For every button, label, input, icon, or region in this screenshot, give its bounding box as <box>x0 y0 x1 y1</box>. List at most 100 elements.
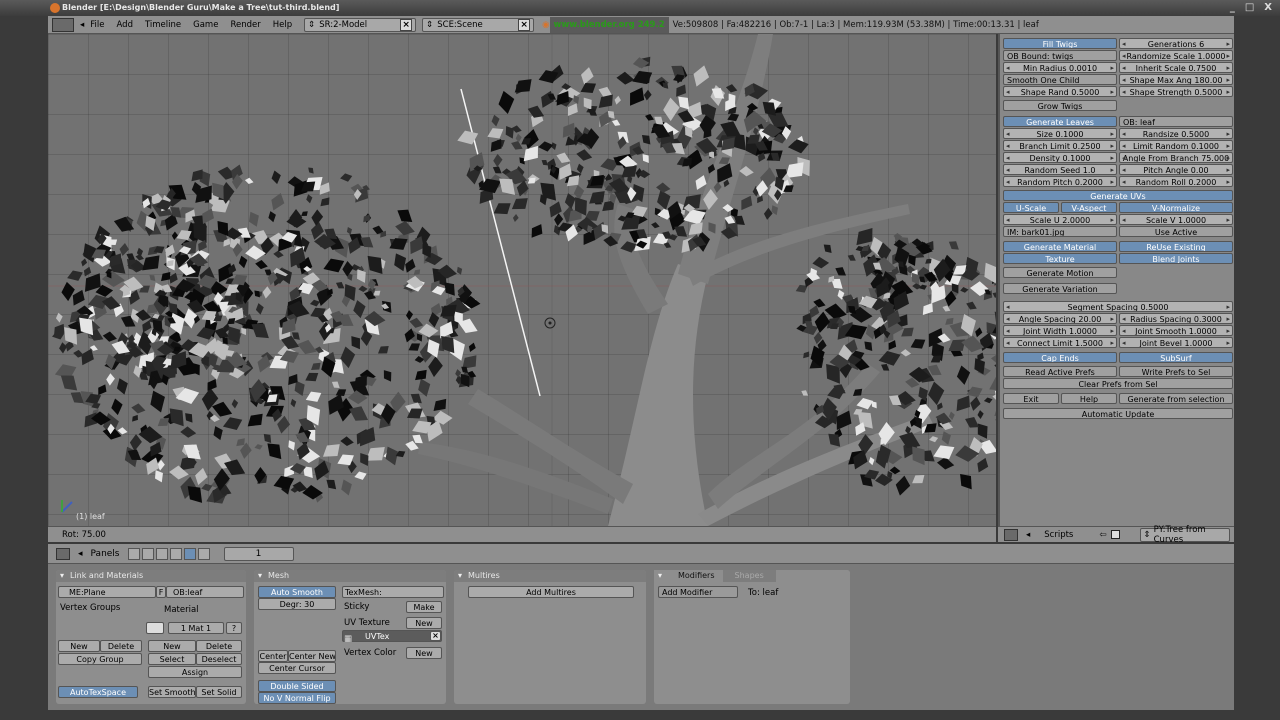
checkbox-icon[interactable] <box>1110 530 1120 539</box>
minimize-button[interactable]: _ <box>1230 0 1235 16</box>
script-control-generate-uvs[interactable]: Generate UVs <box>1003 190 1233 201</box>
script-control-angle-spacing-20-00[interactable]: Angle Spacing 20.00 <box>1003 313 1117 324</box>
script-control-size-0-1000[interactable]: Size 0.1000 <box>1003 128 1117 139</box>
script-control-branch-limit-0-2500[interactable]: Branch Limit 0.2500 <box>1003 140 1117 151</box>
tab-modifiers[interactable]: Modifiers <box>654 570 723 582</box>
menu-timeline[interactable]: Timeline <box>139 20 187 30</box>
script-control-write-prefs-to-sel[interactable]: Write Prefs to Sel <box>1119 366 1233 377</box>
uv-texture-new-button[interactable]: New <box>406 617 442 629</box>
close-button[interactable]: X <box>1264 0 1272 16</box>
script-control-random-roll-0-2000[interactable]: Random Roll 0.2000 <box>1119 176 1233 187</box>
scene-selector[interactable]: ⇕ SCE:Scene × <box>422 17 535 32</box>
script-control-help[interactable]: Help <box>1061 393 1117 404</box>
material-delete-button[interactable]: Delete <box>196 640 242 652</box>
fake-user-toggle[interactable]: F <box>156 586 166 598</box>
window-type-icon[interactable] <box>56 547 70 560</box>
uv-layer-icon[interactable]: ▦ <box>344 634 352 644</box>
script-control-im-bark01-jpg[interactable]: IM: bark01.jpg <box>1003 226 1117 237</box>
material-select-button[interactable]: Select <box>148 653 196 665</box>
script-control-scale-u-2-0000[interactable]: Scale U 2.0000 <box>1003 214 1117 225</box>
mesh-datablock[interactable]: ME:Plane <box>58 586 156 598</box>
arrow-left-icon[interactable]: ⇦ <box>1099 530 1106 540</box>
script-control-grow-twigs[interactable]: Grow Twigs <box>1003 100 1117 111</box>
uvtex-layer[interactable]: UVTex <box>342 630 442 642</box>
collapse-menu-icon[interactable]: ◂ <box>1026 530 1030 540</box>
material-new-button[interactable]: New <box>148 640 196 652</box>
script-control-generate-leaves[interactable]: Generate Leaves <box>1003 116 1117 127</box>
script-control-clear-prefs-from-sel[interactable]: Clear Prefs from Sel <box>1003 378 1233 389</box>
script-control-ob-leaf[interactable]: OB: leaf <box>1119 116 1233 127</box>
panel-title[interactable]: Mesh <box>254 570 446 582</box>
script-control-subsurf[interactable]: SubSurf <box>1119 352 1233 363</box>
panel-title[interactable]: Multires <box>454 570 646 582</box>
script-control-generate-variation[interactable]: Generate Variation <box>1003 283 1117 294</box>
script-control-density-0-1000[interactable]: Density 0.1000 <box>1003 152 1117 163</box>
script-control-ob-bound-twigs[interactable]: OB Bound: twigs <box>1003 50 1117 61</box>
object-datablock[interactable]: OB:leaf <box>166 586 244 598</box>
add-multires-button[interactable]: Add Multires <box>468 586 634 598</box>
window-type-icon[interactable] <box>1004 528 1018 541</box>
script-control-smooth-one-child[interactable]: Smooth One Child <box>1003 74 1117 85</box>
script-control-connect-limit-1-5000[interactable]: Connect Limit 1.5000 <box>1003 337 1117 348</box>
material-slot[interactable]: 1 Mat 1 <box>168 622 224 634</box>
version-url[interactable]: www.blender.org 249.2 <box>549 16 669 33</box>
no-v-normal-flip-toggle[interactable]: No V Normal Flip <box>258 692 336 704</box>
remove-uv-icon[interactable]: × <box>430 631 441 641</box>
menu-add[interactable]: Add <box>111 20 139 30</box>
double-sided-toggle[interactable]: Double Sided <box>258 680 336 692</box>
center-button[interactable]: Center <box>258 650 288 662</box>
script-control-automatic-update[interactable]: Automatic Update <box>1003 408 1233 419</box>
script-control-shape-max-ang-180-00[interactable]: Shape Max Ang 180.00 <box>1119 74 1233 85</box>
script-control-blend-joints[interactable]: Blend Joints <box>1119 253 1233 264</box>
script-control-min-radius-0-0010[interactable]: Min Radius 0.0010 <box>1003 62 1117 73</box>
script-control-u-scale[interactable]: U-Scale <box>1003 202 1059 213</box>
texmesh-field[interactable]: TexMesh: <box>342 586 444 598</box>
maximize-button[interactable]: □ <box>1245 0 1254 16</box>
script-control-random-pitch-0-2000[interactable]: Random Pitch 0.2000 <box>1003 176 1117 187</box>
script-control-generate-motion[interactable]: Generate Motion <box>1003 267 1117 278</box>
material-assign-button[interactable]: Assign <box>148 666 242 678</box>
vertex-color-new-button[interactable]: New <box>406 647 442 659</box>
script-control-cap-ends[interactable]: Cap Ends <box>1003 352 1117 363</box>
script-control-exit[interactable]: Exit <box>1003 393 1059 404</box>
script-selector[interactable]: ⇕ PY:Tree from Curves <box>1139 525 1230 545</box>
vgroup-new-button[interactable]: New <box>58 640 100 652</box>
script-control-v-aspect[interactable]: V-Aspect <box>1061 202 1117 213</box>
frame-field[interactable]: 1 <box>223 546 294 561</box>
set-solid-button[interactable]: Set Solid <box>196 686 242 698</box>
tab-shapes[interactable]: Shapes <box>722 570 776 582</box>
script-control-randsize-0-5000[interactable]: Randsize 0.5000 <box>1119 128 1233 139</box>
copy-group-button[interactable]: Copy Group <box>58 653 142 665</box>
script-control-joint-smooth-1-0000[interactable]: Joint Smooth 1.0000 <box>1119 325 1233 336</box>
script-control-use-active[interactable]: Use Active <box>1119 226 1233 237</box>
script-control-shape-rand-0-5000[interactable]: Shape Rand 0.5000 <box>1003 86 1117 97</box>
screen-selector[interactable]: ⇕ SR:2-Model × <box>304 17 417 32</box>
autotexspace-toggle[interactable]: AutoTexSpace <box>58 686 138 698</box>
script-icon[interactable] <box>141 547 154 560</box>
script-control-texture[interactable]: Texture <box>1003 253 1117 264</box>
degree-field[interactable]: Degr: 30 <box>258 598 336 610</box>
script-control-read-active-prefs[interactable]: Read Active Prefs <box>1003 366 1117 377</box>
scene-icon[interactable] <box>197 547 210 560</box>
collapse-menu-icon[interactable]: ◂ <box>78 549 83 559</box>
script-control-reuse-existing[interactable]: ReUse Existing <box>1119 241 1233 252</box>
sticky-make-button[interactable]: Make <box>406 601 442 613</box>
center-new-button[interactable]: Center New <box>288 650 336 662</box>
script-control-angle-from-branch-75-000[interactable]: Angle From Branch 75.000 <box>1119 152 1233 163</box>
script-control-segment-spacing-0-5000[interactable]: Segment Spacing 0.5000 <box>1003 301 1233 312</box>
script-control-joint-width-1-0000[interactable]: Joint Width 1.0000 <box>1003 325 1117 336</box>
material-deselect-button[interactable]: Deselect <box>196 653 242 665</box>
editing-icon[interactable] <box>183 547 196 560</box>
script-control-generate-material[interactable]: Generate Material <box>1003 241 1117 252</box>
script-control-v-normalize[interactable]: V-Normalize <box>1119 202 1233 213</box>
menu-file[interactable]: File <box>84 20 110 30</box>
script-control-shape-strength-0-5000[interactable]: Shape Strength 0.5000 <box>1119 86 1233 97</box>
menu-help[interactable]: Help <box>267 20 298 30</box>
delete-screen-icon[interactable]: × <box>400 18 413 31</box>
center-cursor-button[interactable]: Center Cursor <box>258 662 336 674</box>
script-control-radius-spacing-0-3000[interactable]: Radius Spacing 0.3000 <box>1119 313 1233 324</box>
script-control-pitch-angle-0-00[interactable]: Pitch Angle 0.00 <box>1119 164 1233 175</box>
object-icon[interactable] <box>169 547 182 560</box>
script-control-fill-twigs[interactable]: Fill Twigs <box>1003 38 1117 49</box>
menu-render[interactable]: Render <box>224 20 266 30</box>
